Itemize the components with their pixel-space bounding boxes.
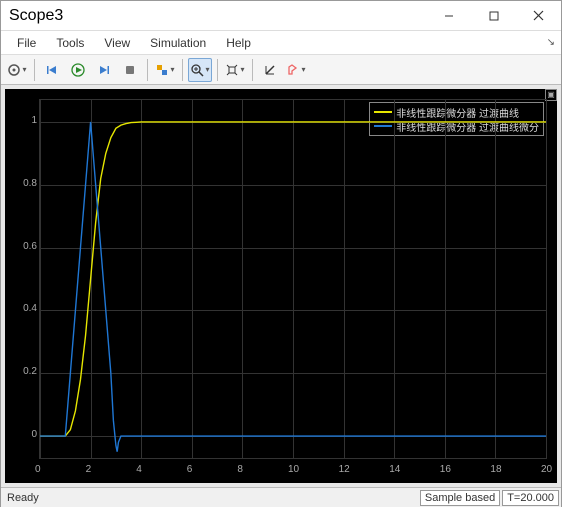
settings-button[interactable] — [5, 58, 29, 82]
y-tick-label: 1 — [31, 115, 37, 126]
x-tick-label: 8 — [237, 464, 243, 475]
y-tick-label: 0.2 — [23, 366, 37, 377]
maximize-button[interactable] — [471, 1, 516, 30]
titlebar: Scope3 — [1, 1, 561, 31]
run-button[interactable] — [66, 58, 90, 82]
gridline — [546, 100, 547, 458]
x-tick-label: 12 — [339, 464, 350, 475]
window-title: Scope3 — [9, 7, 63, 25]
status-sample: Sample based — [420, 490, 500, 506]
stop-button[interactable] — [118, 58, 142, 82]
x-tick-label: 20 — [541, 464, 552, 475]
minimize-button[interactable] — [426, 1, 471, 30]
autoscale-button[interactable] — [223, 58, 247, 82]
scope-canvas[interactable]: ▣ 非线性跟踪微分器 过渡曲线 非线性跟踪微分器 过渡曲线微分 02468101… — [5, 89, 557, 483]
series-line-1 — [40, 122, 546, 436]
menu-view[interactable]: View — [94, 34, 140, 52]
x-tick-label: 2 — [86, 464, 92, 475]
zoom-in-button[interactable] — [188, 58, 212, 82]
close-button[interactable] — [516, 1, 561, 30]
status-time: T=20.000 — [502, 490, 559, 506]
menu-simulation[interactable]: Simulation — [140, 34, 216, 52]
menu-tools[interactable]: Tools — [46, 34, 94, 52]
x-tick-label: 10 — [288, 464, 299, 475]
highlight-button[interactable] — [153, 58, 177, 82]
step-forward-button[interactable] — [92, 58, 116, 82]
x-tick-label: 6 — [187, 464, 193, 475]
status-ready: Ready — [1, 492, 420, 504]
statusbar: Ready Sample based T=20.000 — [1, 487, 561, 507]
y-tick-label: 0.4 — [23, 303, 37, 314]
x-tick-label: 18 — [490, 464, 501, 475]
marker-button[interactable] — [284, 58, 308, 82]
x-tick-label: 0 — [35, 464, 41, 475]
y-tick-label: 0.8 — [23, 178, 37, 189]
y-tick-label: 0 — [31, 429, 37, 440]
menu-help[interactable]: Help — [216, 34, 261, 52]
plot-container: ▣ 非线性跟踪微分器 过渡曲线 非线性跟踪微分器 过渡曲线微分 02468101… — [1, 85, 561, 487]
step-back-button[interactable] — [40, 58, 64, 82]
series-line-2 — [40, 122, 546, 452]
menu-overflow-icon[interactable]: ↘ — [261, 37, 561, 48]
x-tick-label: 14 — [389, 464, 400, 475]
menu-file[interactable]: File — [7, 34, 46, 52]
x-tick-label: 16 — [440, 464, 451, 475]
toolbar — [1, 55, 561, 85]
cursor-measure-button[interactable] — [258, 58, 282, 82]
menubar: File Tools View Simulation Help ↘ — [1, 31, 561, 55]
y-tick-label: 0.6 — [23, 241, 37, 252]
series-canvas — [40, 100, 546, 458]
x-tick-label: 4 — [136, 464, 142, 475]
